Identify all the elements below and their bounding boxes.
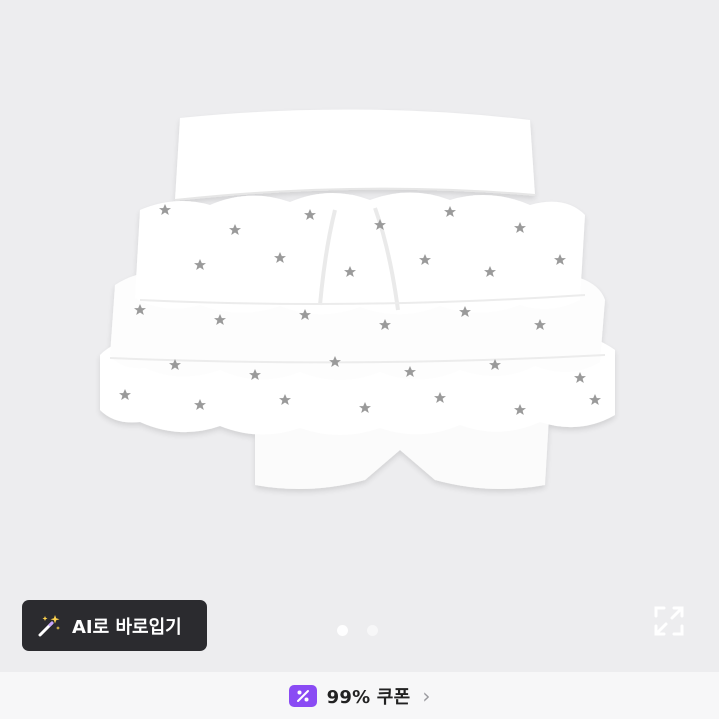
coupon-bar[interactable]: 99% 쿠폰 › xyxy=(0,672,719,719)
product-image-gallery[interactable]: AI로 바로입기 xyxy=(0,0,719,672)
percent-coupon-icon xyxy=(288,684,317,707)
pager-dot-1[interactable] xyxy=(337,625,348,636)
image-pager xyxy=(337,625,378,636)
product-image xyxy=(100,109,615,489)
ai-try-on-label: AI로 바로입기 xyxy=(72,616,182,638)
fullscreen-button[interactable] xyxy=(652,604,686,638)
expand-icon xyxy=(654,606,684,636)
chevron-right-icon: › xyxy=(422,683,431,708)
ai-try-on-button[interactable]: AI로 바로입기 xyxy=(22,600,207,651)
magic-wand-icon xyxy=(36,613,62,639)
pager-dot-2[interactable] xyxy=(367,625,378,636)
coupon-label: 99% 쿠폰 xyxy=(326,686,411,708)
